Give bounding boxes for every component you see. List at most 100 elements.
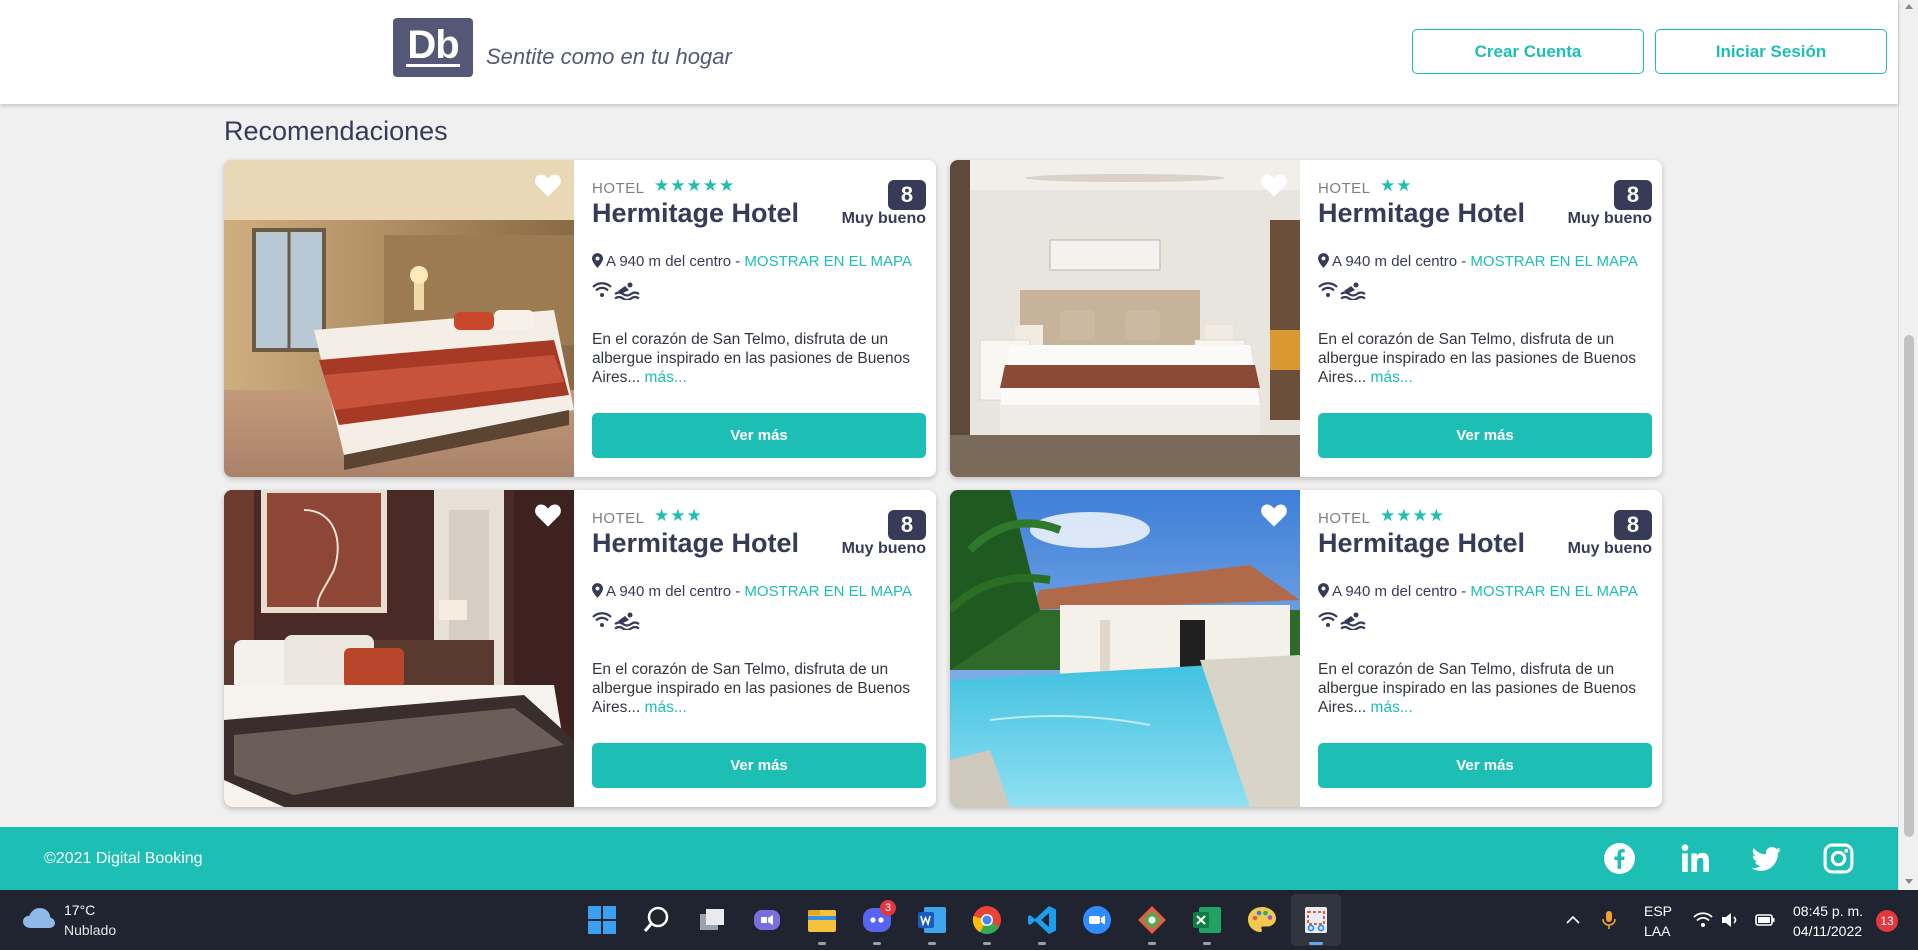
os-taskbar: 17°C Nublado 3 ESP LAA 08:45 p. m. 04/11… [0,890,1918,950]
hotel-image [224,160,574,477]
create-account-button[interactable]: Crear Cuenta [1412,29,1644,74]
task-view-icon[interactable] [696,904,728,936]
microphone-icon[interactable] [1601,910,1617,930]
more-link[interactable]: más... [645,369,687,386]
hotel-name: Hermitage Hotel [1318,198,1526,228]
description-text: En el corazón de San Telmo, disfruta de … [1318,661,1636,716]
hotel-name: Hermitage Hotel [592,198,800,228]
see-more-button[interactable]: Ver más [592,413,926,458]
wifi-icon [1318,612,1338,627]
keyboard-layout[interactable]: LAA [1644,923,1670,939]
chrome-icon[interactable] [971,904,1003,936]
scroll-down-icon[interactable] [1905,879,1913,884]
hotel-image [950,160,1300,477]
running-indicator [1148,942,1156,945]
hotel-location: A 940 m del centro - MOSTRAR EN EL MAPA [592,253,912,270]
hotel-card-body: HOTEL ★★★★★ Hermitage Hotel 8 Muy bueno … [592,160,926,477]
favorite-heart-icon[interactable] [1260,172,1288,198]
star-rating: ★★★ [654,506,703,525]
hotel-card: HOTEL ★★★★ Hermitage Hotel 8 Muy bueno A… [950,490,1662,807]
running-indicator [818,942,826,945]
location-pin-icon [592,583,603,598]
running-indicator [983,942,991,945]
slogan: Sentite como en tu hogar [486,44,732,69]
scrollbar-thumb[interactable] [1904,335,1914,837]
hotel-description: En el corazón de San Telmo, disfruta de … [592,330,926,387]
score-badge: 8 [1614,180,1652,210]
windows-start-icon[interactable] [586,904,618,936]
weather-temperature: 17°C [64,902,96,918]
running-indicator [1038,942,1046,945]
wifi-icon [592,282,612,297]
weather-description: Nublado [64,922,117,938]
word-icon[interactable] [916,904,948,936]
twitter-icon[interactable] [1750,842,1783,875]
section-title: Recomendaciones [224,116,448,146]
see-more-button[interactable]: Ver más [1318,413,1652,458]
snipping-tool-icon[interactable] [1300,904,1332,936]
location-pin-icon [1318,253,1329,268]
favorite-heart-icon[interactable] [1260,502,1288,528]
instagram-icon[interactable] [1822,842,1855,875]
zoom-icon[interactable] [1081,904,1113,936]
score-badge: 8 [1614,510,1652,540]
scroll-up-icon[interactable] [1905,4,1913,9]
pool-icon [1340,282,1366,300]
see-more-button[interactable]: Ver más [1318,743,1652,788]
score-label: Muy bueno [841,540,926,557]
git-kraken-icon[interactable] [1136,904,1168,936]
favorite-heart-icon[interactable] [534,502,562,528]
score-badge: 8 [888,180,926,210]
teams-chat-icon[interactable] [751,904,783,936]
score-badge: 8 [888,510,926,540]
amenities [592,612,640,630]
file-explorer-icon[interactable] [806,904,838,936]
distance-text: A 940 m del centro - [1332,583,1471,600]
see-more-button[interactable]: Ver más [592,743,926,788]
hotel-card-body: HOTEL ★★★★ Hermitage Hotel 8 Muy bueno A… [1318,490,1652,807]
hotel-description: En el corazón de San Telmo, disfruta de … [592,660,926,717]
hotel-location: A 940 m del centro - MOSTRAR EN EL MAPA [592,583,912,600]
page-scrollbar[interactable] [1898,0,1918,890]
search-icon[interactable] [641,904,673,936]
pool-icon [1340,612,1366,630]
vscode-icon[interactable] [1026,904,1058,936]
description-text: En el corazón de San Telmo, disfruta de … [592,331,910,386]
score-label: Muy bueno [841,210,926,227]
hotel-card-body: HOTEL ★★ Hermitage Hotel 8 Muy bueno A 9… [1318,160,1652,477]
login-button[interactable]: Iniciar Sesión [1655,29,1887,74]
hotel-name: Hermitage Hotel [592,528,800,558]
show-map-link[interactable]: MOSTRAR EN EL MAPA [1470,583,1638,600]
system-date[interactable]: 04/11/2022 [1793,923,1862,939]
paint-icon[interactable] [1246,904,1278,936]
hotel-card-body: HOTEL ★★★ Hermitage Hotel 8 Muy bueno A … [592,490,926,807]
score-label: Muy bueno [1567,540,1652,557]
description-text: En el corazón de San Telmo, disfruta de … [592,661,910,716]
hotel-category: HOTEL [592,180,645,197]
favorite-heart-icon[interactable] [534,172,562,198]
linkedin-icon[interactable] [1679,842,1712,875]
logo[interactable]: Db [393,18,473,77]
battery-icon[interactable] [1754,912,1776,928]
notification-badge[interactable]: 13 [1876,910,1898,932]
active-indicator [1309,942,1323,945]
show-map-link[interactable]: MOSTRAR EN EL MAPA [1470,253,1638,270]
amenities [592,282,640,300]
keyboard-language[interactable]: ESP [1644,903,1672,919]
more-link[interactable]: más... [645,699,687,716]
hotel-card: HOTEL ★★★★★ Hermitage Hotel 8 Muy bueno … [224,160,936,477]
show-map-link[interactable]: MOSTRAR EN EL MAPA [744,583,912,600]
wifi-status-icon[interactable] [1693,912,1713,928]
hotel-card: HOTEL ★★★ Hermitage Hotel 8 Muy bueno A … [224,490,936,807]
chevron-up-icon[interactable] [1565,912,1581,928]
volume-icon[interactable] [1720,912,1740,928]
excel-icon[interactable] [1191,904,1223,936]
distance-text: A 940 m del centro - [606,583,745,600]
facebook-icon[interactable] [1603,842,1636,875]
more-link[interactable]: más... [1371,699,1413,716]
more-link[interactable]: más... [1371,369,1413,386]
cloud-icon[interactable] [22,906,56,930]
distance-text: A 940 m del centro - [606,253,745,270]
show-map-link[interactable]: MOSTRAR EN EL MAPA [744,253,912,270]
system-time[interactable]: 08:45 p. m. [1793,903,1863,919]
